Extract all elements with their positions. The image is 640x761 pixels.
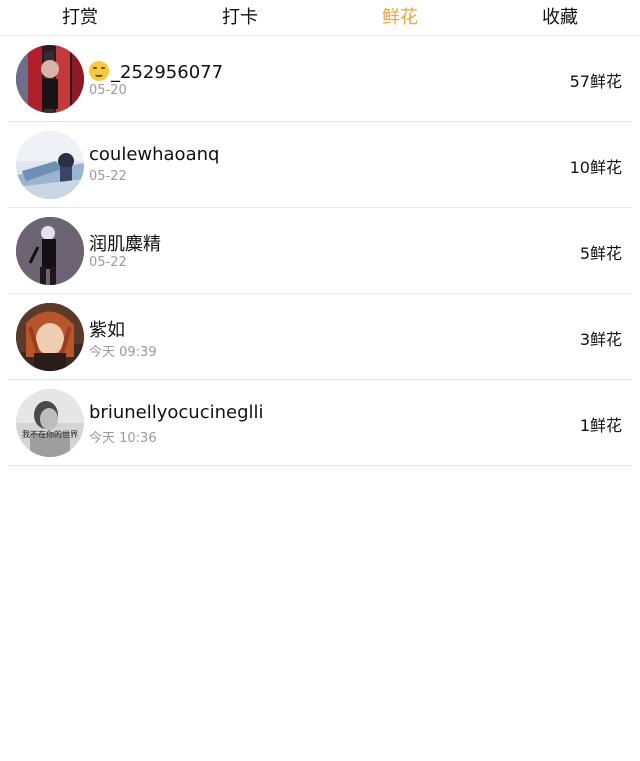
avatar-image xyxy=(16,217,84,285)
user-name: coulewhaoanq xyxy=(89,144,220,165)
flower-count: 10鲜花 xyxy=(569,158,622,177)
timestamp: 05-22 xyxy=(89,255,127,270)
tab-checkin[interactable]: 打卡 xyxy=(160,0,320,35)
flower-count: 5鲜花 xyxy=(579,244,622,263)
avatar-image xyxy=(16,303,84,371)
user-name: 润肌麋精 xyxy=(89,234,161,255)
avatar-image: 我不在你的世界 xyxy=(16,389,84,457)
tab-bar: 打赏 打卡 鲜花 收藏 xyxy=(0,0,640,36)
tab-flowers[interactable]: 鲜花 xyxy=(320,0,480,35)
avatar-image xyxy=(16,45,84,113)
user-name-text: _252956077 xyxy=(111,62,224,83)
timestamp: 今天 10:36 xyxy=(89,431,157,446)
list-item[interactable]: 我不在你的世界 briunellyocucineglli 今天 10:36 1鲜… xyxy=(8,380,632,466)
smirk-emoji-icon xyxy=(89,61,109,81)
tab-favorites[interactable]: 收藏 xyxy=(480,0,640,35)
timestamp: 05-22 xyxy=(89,169,127,184)
timestamp: 05-20 xyxy=(89,83,127,98)
flower-list: _252956077 05-20 57鲜花 coulewhaoanq 05-22… xyxy=(0,36,640,466)
flower-count: 1鲜花 xyxy=(579,416,622,435)
list-item[interactable]: _252956077 05-20 57鲜花 xyxy=(8,36,632,122)
user-name: briunellyocucineglli xyxy=(89,402,264,423)
list-item[interactable]: 紫如 今天 09:39 3鲜花 xyxy=(8,294,632,380)
list-item[interactable]: 润肌麋精 05-22 5鲜花 xyxy=(8,208,632,294)
user-name: _252956077 xyxy=(89,58,223,83)
avatar[interactable] xyxy=(16,303,84,371)
avatar[interactable]: 我不在你的世界 xyxy=(16,389,84,457)
tab-reward[interactable]: 打赏 xyxy=(0,0,160,35)
avatar-overlay-text: 我不在你的世界 xyxy=(22,429,78,439)
avatar[interactable] xyxy=(16,45,84,113)
flower-count: 57鲜花 xyxy=(569,72,622,91)
user-name: 紫如 xyxy=(89,320,125,341)
avatar[interactable] xyxy=(16,131,84,199)
avatar-image xyxy=(16,131,84,199)
list-item[interactable]: coulewhaoanq 05-22 10鲜花 xyxy=(8,122,632,208)
flower-count: 3鲜花 xyxy=(579,330,622,349)
timestamp: 今天 09:39 xyxy=(89,345,157,360)
avatar[interactable] xyxy=(16,217,84,285)
